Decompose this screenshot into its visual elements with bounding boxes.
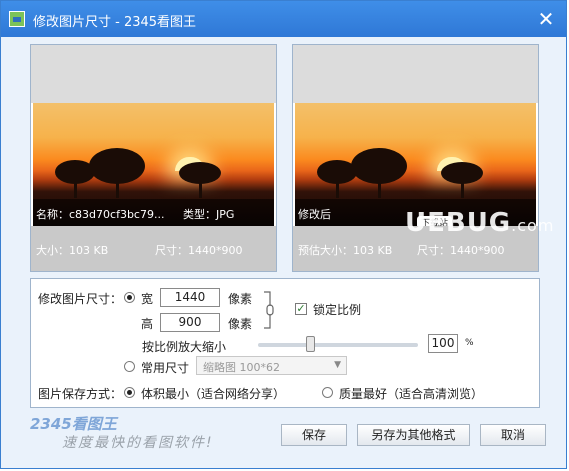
height-input[interactable]: 900 (160, 313, 220, 332)
dropdown-arrow-icon: ▼ (334, 360, 341, 370)
checkmark-icon: ✓ (296, 302, 306, 315)
tree-silhouette (441, 160, 483, 198)
width-input[interactable]: 1440 (160, 288, 220, 307)
file-size: 大小：103 KB (36, 244, 109, 257)
height-unit: 像素 (228, 317, 253, 331)
watermark-main: UEBUG (405, 208, 512, 238)
file-name: 名称：c83d70cf3bc79... (36, 208, 165, 221)
title-bar[interactable]: 修改图片尺寸 - 2345看图王 ✕ (1, 1, 566, 37)
link-bracket-icon (264, 291, 274, 329)
modified-label: 修改后 (298, 208, 331, 221)
original-preview-panel: 名称：c83d70cf3bc79... 类型：JPG 大小：103 KB 尺寸：… (30, 44, 277, 272)
brand-logo: 2345看图王 (30, 415, 117, 433)
app-icon (9, 11, 25, 27)
tree-silhouette (351, 146, 407, 198)
save-as-button[interactable]: 另存为其他格式 (357, 424, 470, 446)
save-method-label: 图片保存方式： (38, 387, 123, 401)
resize-label: 修改图片尺寸： (38, 292, 123, 306)
tree-silhouette (89, 146, 145, 198)
width-label: 宽 (141, 292, 154, 306)
scale-unit: % (465, 338, 474, 348)
lock-ratio-checkbox[interactable]: ✓ (295, 303, 307, 315)
estimated-size: 预估大小：103 KB (298, 244, 393, 257)
width-unit: 像素 (228, 292, 253, 306)
preview-header (31, 45, 276, 103)
best-quality-label: 质量最好（适合高清浏览） (339, 387, 484, 401)
tree-silhouette (179, 160, 221, 198)
height-label: 高 (141, 317, 154, 331)
best-quality-radio[interactable] (322, 387, 333, 398)
image-dimensions: 尺寸：1440*900 (155, 244, 243, 257)
close-icon[interactable]: ✕ (534, 7, 558, 31)
smallest-size-label: 体积最小（适合网络分享） (141, 387, 286, 401)
common-size-select[interactable]: 缩略图 100*62 ▼ (196, 356, 347, 375)
resize-radio[interactable] (124, 292, 135, 303)
site-watermark: UEBUG.com (405, 208, 554, 238)
lock-ratio-label: 锁定比例 (313, 303, 362, 317)
common-size-value: 缩略图 100*62 (203, 361, 280, 374)
preview-header (293, 45, 538, 103)
scale-label: 按比例放大缩小 (142, 340, 227, 354)
scale-input[interactable]: 100 (428, 334, 458, 353)
common-size-radio[interactable] (124, 361, 135, 372)
brand-slogan: 速度最快的看图软件! (62, 435, 214, 451)
save-button[interactable]: 保存 (281, 424, 347, 446)
watermark-domain: .com (511, 216, 555, 235)
file-type: 类型：JPG (183, 208, 235, 221)
image-stats-bar: 大小：103 KB 尺寸：1440*900 (31, 226, 276, 271)
smallest-size-radio[interactable] (124, 387, 135, 398)
scale-slider-thumb[interactable] (306, 336, 315, 352)
window-title: 修改图片尺寸 - 2345看图王 (33, 15, 197, 30)
cancel-button[interactable]: 取消 (480, 424, 546, 446)
common-size-label: 常用尺寸 (141, 361, 190, 375)
image-dimensions: 尺寸：1440*900 (417, 244, 505, 257)
scale-slider-track[interactable] (258, 343, 418, 347)
image-info-bar: 名称：c83d70cf3bc79... 类型：JPG (33, 199, 274, 226)
